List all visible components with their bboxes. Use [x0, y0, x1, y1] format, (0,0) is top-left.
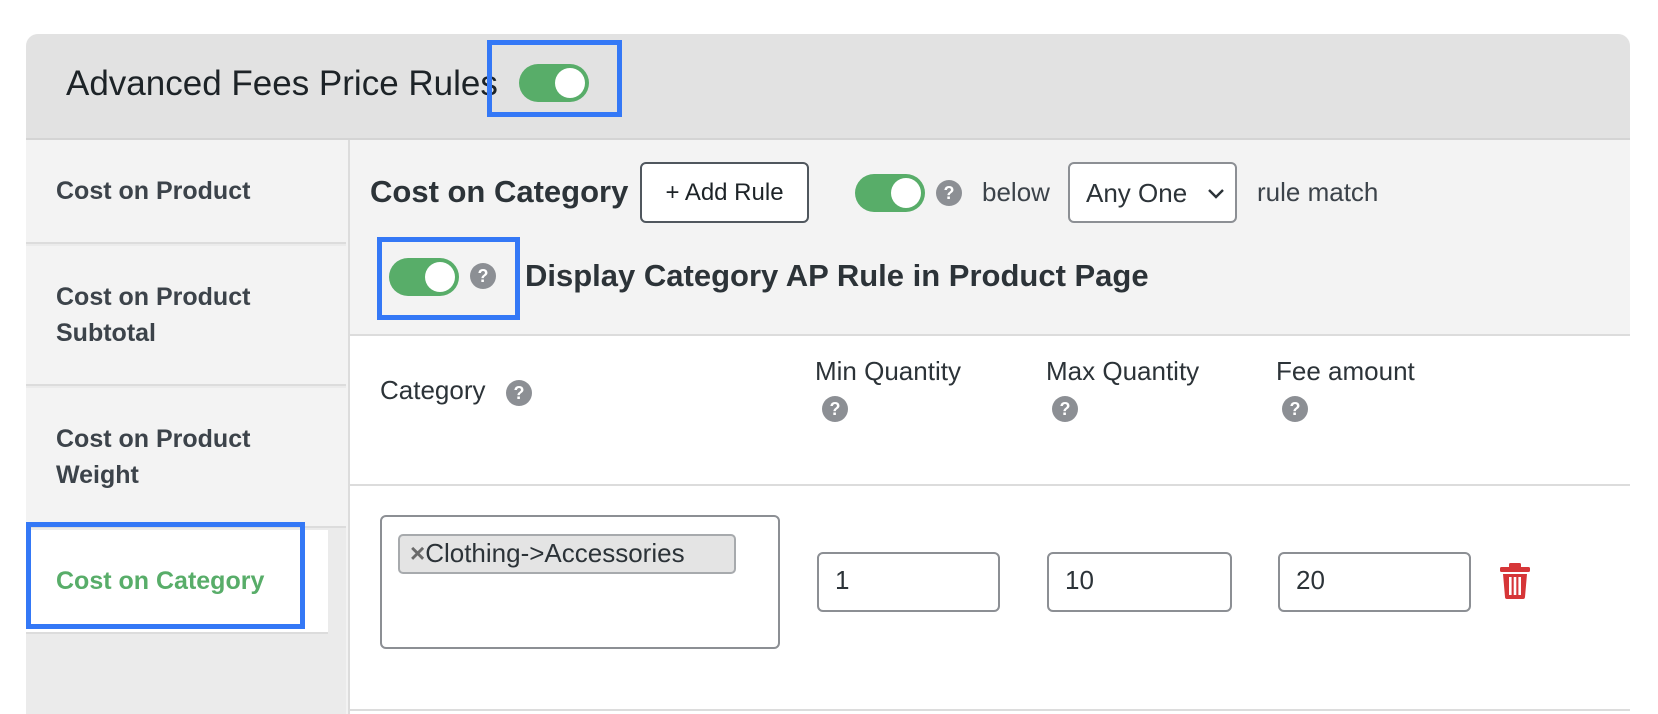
help-icon[interactable]: ? — [1282, 396, 1308, 422]
column-header-fee-amount: Fee amount — [1276, 356, 1415, 386]
match-select-value: Any One — [1086, 178, 1188, 208]
category-tag: ×Clothing->Accessories — [398, 534, 736, 574]
add-rule-button[interactable]: + Add Rule — [640, 162, 809, 223]
category-tag-label: Clothing->Accessories — [425, 538, 685, 568]
sidebar-item-label: Cost on Product Weight — [56, 425, 251, 489]
trash-icon[interactable] — [1498, 562, 1532, 600]
help-icon[interactable]: ? — [506, 380, 532, 406]
fee-amount-input[interactable]: 20 — [1278, 552, 1471, 612]
panel-header: Advanced Fees Price Rules — [26, 34, 1630, 140]
highlight-box — [377, 237, 520, 320]
advanced-fees-toggle[interactable] — [519, 64, 589, 102]
max-quantity-input[interactable]: 10 — [1047, 552, 1232, 612]
advanced-fees-panel: Advanced Fees Price Rules Cost on Produc… — [26, 34, 1630, 714]
sidebar-item-cost-on-product[interactable]: Cost on Product — [26, 140, 346, 244]
toggle-knob — [891, 178, 921, 208]
rule-match-label: rule match — [1257, 177, 1379, 207]
sidebar-item-label: Cost on Product Subtotal — [56, 283, 251, 347]
toggle-knob — [555, 68, 585, 98]
match-select[interactable]: Any One — [1068, 162, 1237, 223]
rule-settings-bar: Cost on Category + Add Rule ? below Any … — [350, 140, 1630, 336]
category-select[interactable]: ×Clothing->Accessories — [380, 515, 780, 649]
display-category-rule-label: Display Category AP Rule in Product Page — [525, 258, 1149, 293]
sidebar-item-cost-on-product-weight[interactable]: Cost on Product Weight — [26, 388, 346, 528]
remove-tag-icon[interactable]: × — [410, 538, 425, 568]
column-header-max-quantity: Max Quantity — [1046, 356, 1200, 386]
page-title: Advanced Fees Price Rules — [66, 64, 498, 103]
sidebar-item-label: Cost on Product — [56, 177, 251, 205]
help-icon[interactable]: ? — [1052, 396, 1078, 422]
sidebar: Cost on Product Cost on Product Subtotal… — [26, 140, 346, 714]
row-divider — [350, 484, 1630, 486]
column-header-category: Category — [380, 375, 486, 405]
highlight-box — [26, 522, 305, 629]
help-icon[interactable]: ? — [822, 396, 848, 422]
sidebar-item-cost-on-product-subtotal[interactable]: Cost on Product Subtotal — [26, 246, 346, 386]
below-label: below — [982, 177, 1050, 207]
column-header-min-quantity: Min Quantity — [815, 356, 961, 386]
help-icon[interactable]: ? — [936, 180, 962, 206]
section-title: Cost on Category — [370, 174, 629, 209]
rule-toggle[interactable] — [855, 174, 925, 212]
min-quantity-input[interactable]: 1 — [817, 552, 1000, 612]
main-content: Cost on Category + Add Rule ? below Any … — [348, 140, 1630, 714]
row-divider — [350, 709, 1630, 711]
chevron-down-icon — [1208, 189, 1224, 199]
